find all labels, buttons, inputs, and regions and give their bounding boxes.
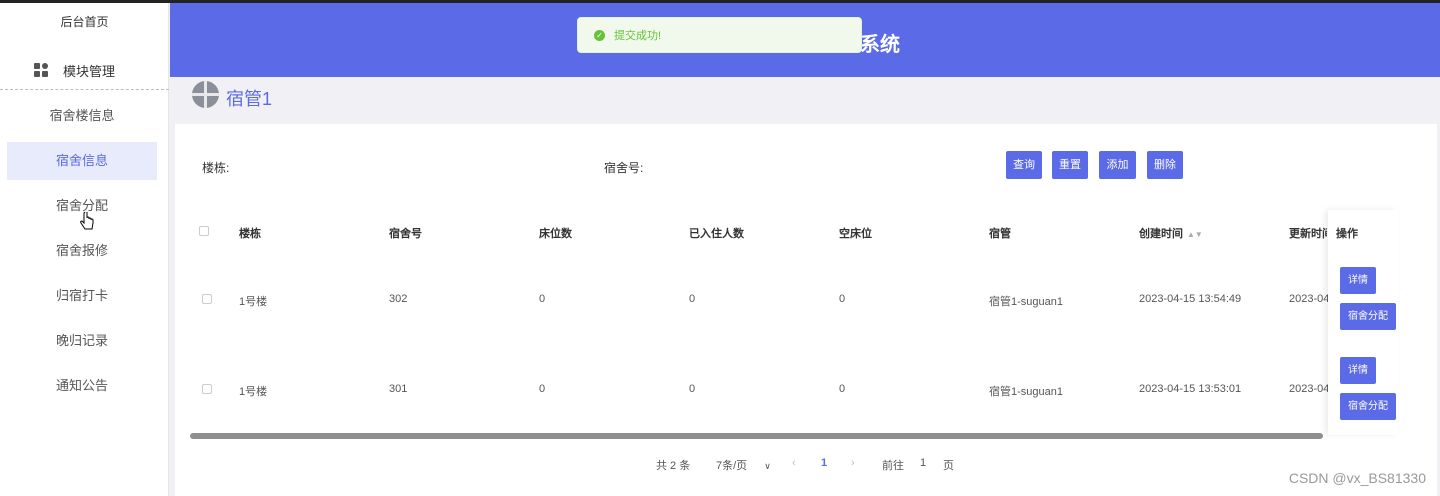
detail-button[interactable]: 详情: [1340, 357, 1376, 384]
cell-beds: 0: [539, 293, 546, 305]
current-page[interactable]: 1: [821, 457, 827, 469]
sidebar-divider: [0, 89, 169, 90]
chevron-down-icon: ∨: [764, 461, 771, 471]
row-checkbox[interactable]: [202, 384, 212, 394]
assign-dorm-button[interactable]: 宿舍分配: [1340, 393, 1396, 420]
success-toast: ✓ 提交成功!: [577, 17, 862, 53]
cell-beds: 0: [539, 383, 546, 395]
cell-empty: 0: [839, 383, 846, 395]
column-header-created[interactable]: 创建时间 ▲▼: [1139, 225, 1203, 241]
avatar[interactable]: [192, 81, 219, 108]
column-header-updated: 更新时间: [1289, 228, 1327, 240]
column-header-room: 宿舍号: [389, 228, 422, 240]
cell-created: 2023-04-15 13:53:01: [1139, 383, 1242, 395]
query-button[interactable]: 查询: [1006, 151, 1042, 179]
toast-message: 提交成功!: [614, 30, 662, 42]
cell-updated: 2023-04-: [1289, 383, 1334, 395]
next-page-icon[interactable]: ›: [851, 457, 855, 469]
cell-room: 302: [389, 293, 408, 305]
system-title: 系统: [860, 34, 900, 56]
cell-occupied: 0: [689, 293, 696, 305]
column-header-beds: 床位数: [539, 228, 572, 240]
pagination-total: 共 2 条: [656, 460, 691, 472]
sidebar-item-building-info[interactable]: 宿舍楼信息: [7, 97, 157, 135]
cell-created: 2023-04-15 13:54:49: [1139, 293, 1242, 305]
sidebar-home-link[interactable]: 后台首页: [0, 13, 169, 30]
cell-occupied: 0: [689, 383, 696, 395]
sidebar: 后台首页 模块管理 宿舍楼信息 宿舍信息 宿舍分配 宿舍报修 归宿打卡 晚归记录…: [0, 3, 169, 496]
prev-page-icon[interactable]: ‹: [792, 457, 796, 469]
sidebar-item-dorm-repair[interactable]: 宿舍报修: [7, 232, 157, 270]
cell-room: 301: [389, 383, 408, 395]
username: 宿管1: [226, 89, 273, 109]
column-header-empty: 空床位: [839, 228, 872, 240]
column-header-created-label: 创建时间: [1139, 228, 1183, 240]
cell-manager: 宿管1-suguan1: [989, 386, 1063, 398]
sidebar-item-dorm-info[interactable]: 宿舍信息: [7, 142, 157, 180]
sidebar-item-notice[interactable]: 通知公告: [7, 367, 157, 405]
goto-label: 前往: [882, 460, 904, 472]
page-suffix: 页: [943, 460, 954, 472]
sidebar-item-late-return[interactable]: 晚归记录: [7, 322, 157, 360]
sidebar-module-label: 模块管理: [63, 64, 116, 79]
page-size-value: 7条/页: [716, 460, 748, 472]
add-button[interactable]: 添加: [1099, 151, 1136, 179]
column-header-building: 楼栋: [239, 228, 261, 240]
cell-building: 1号楼: [239, 386, 268, 398]
row-checkbox[interactable]: [202, 294, 212, 304]
user-bar: 宿管1: [170, 77, 1440, 117]
building-search-label: 楼栋:: [202, 161, 230, 175]
page-size-select[interactable]: 7条/页 ∨: [716, 457, 771, 473]
operations-column: 操作 详情 宿舍分配 详情 宿舍分配: [1328, 210, 1398, 435]
watermark: CSDN @vx_BS81330: [1288, 470, 1426, 486]
column-header-occupied: 已入住人数: [689, 228, 744, 240]
main-panel: 楼栋: 宿舍号: 查询 重置 添加 删除 楼栋 宿舍号 床位数 已入住人数 空床…: [175, 124, 1437, 496]
cell-empty: 0: [839, 293, 846, 305]
hand-pointer-cursor-icon: [80, 212, 94, 230]
column-header-actions: 操作: [1336, 228, 1358, 240]
cell-building: 1号楼: [239, 296, 268, 308]
cell-manager: 宿管1-suguan1: [989, 296, 1063, 308]
grid-icon: [34, 63, 49, 78]
room-search-label: 宿舍号:: [604, 161, 644, 175]
detail-button[interactable]: 详情: [1340, 267, 1376, 294]
assign-dorm-button[interactable]: 宿舍分配: [1340, 303, 1396, 330]
select-all-checkbox[interactable]: [199, 226, 209, 236]
goto-page-input[interactable]: 1: [920, 457, 926, 469]
horizontal-scrollbar[interactable]: [190, 433, 1323, 439]
sort-icon[interactable]: ▲▼: [1187, 230, 1203, 239]
cell-updated: 2023-04-: [1289, 293, 1334, 305]
window-top-border: [0, 0, 1440, 3]
column-header-manager: 宿管: [989, 228, 1011, 240]
sidebar-module-management[interactable]: 模块管理: [34, 61, 115, 80]
check-circle-icon: ✓: [594, 29, 605, 41]
reset-button[interactable]: 重置: [1052, 151, 1088, 179]
delete-button[interactable]: 删除: [1147, 151, 1183, 179]
sidebar-item-checkin[interactable]: 归宿打卡: [7, 277, 157, 315]
